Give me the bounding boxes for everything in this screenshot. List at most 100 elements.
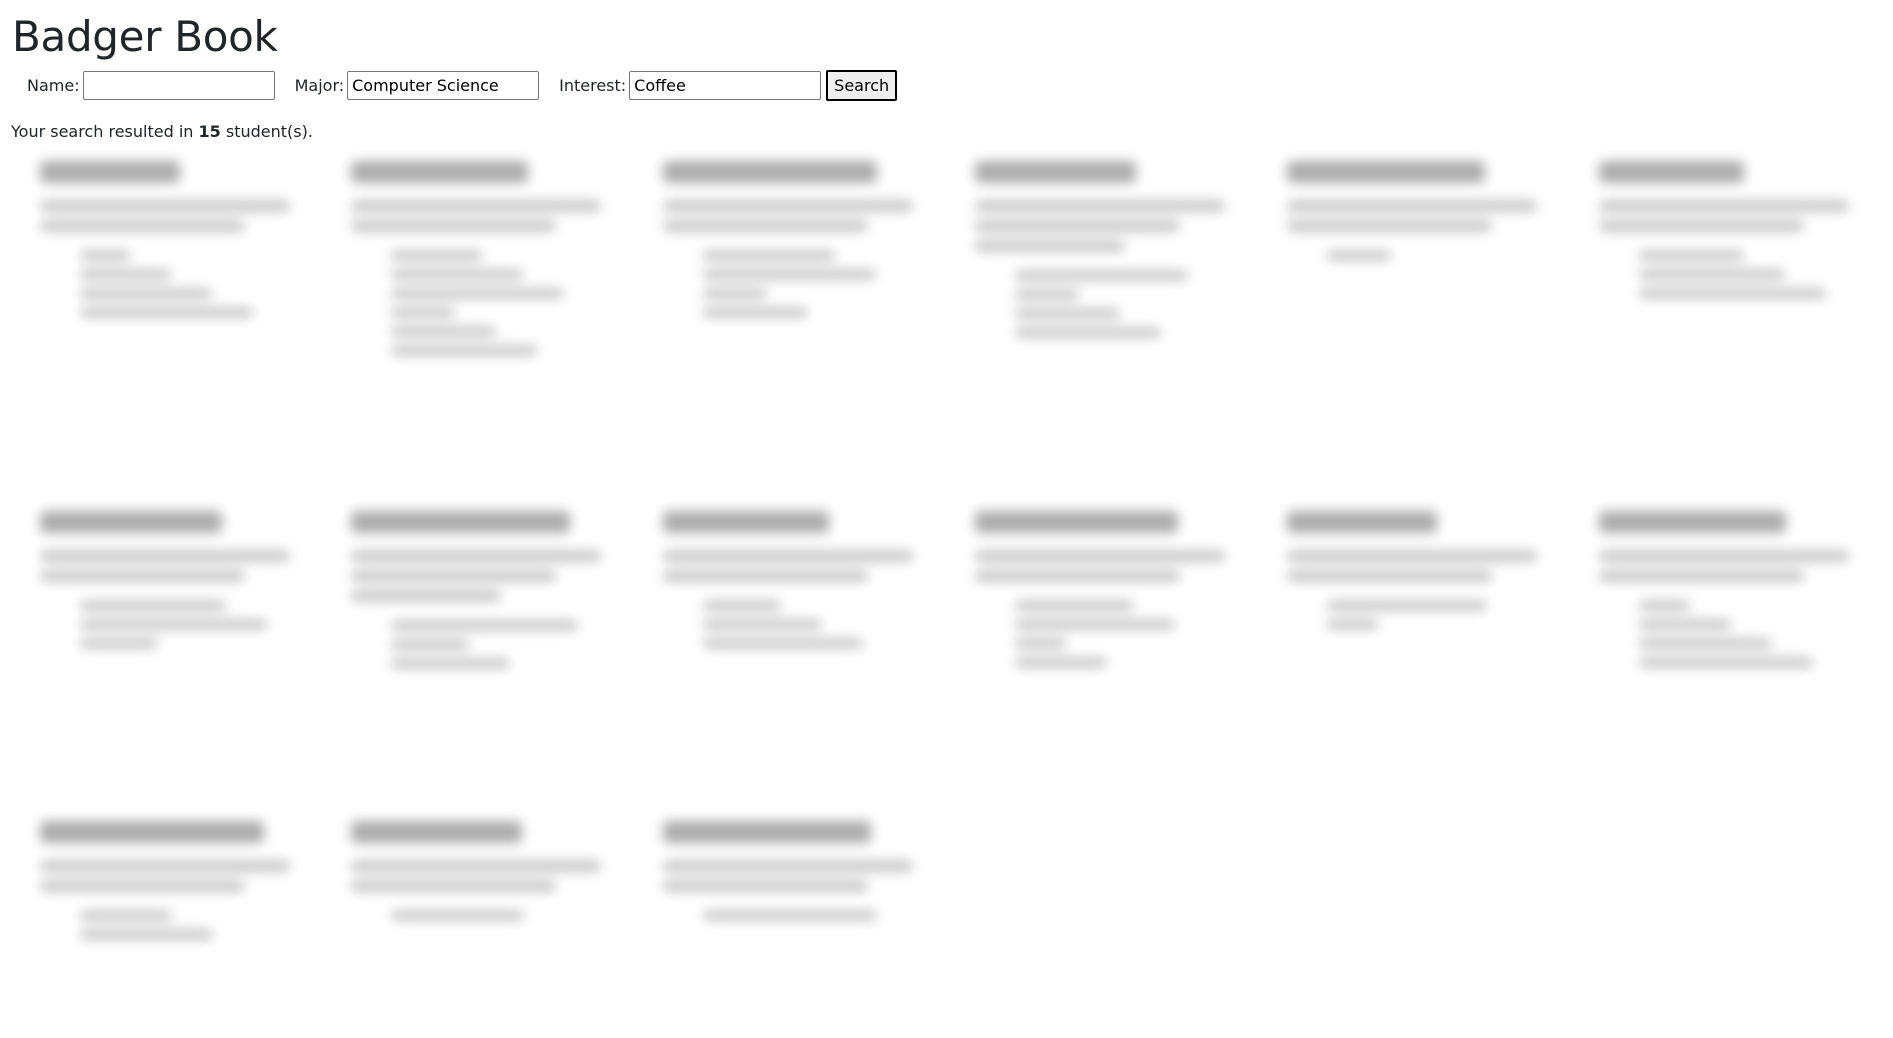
search-button[interactable]: Search [826, 69, 898, 101]
interest-item [1015, 328, 1240, 337]
interest-list [391, 251, 616, 355]
student-name-placeholder [40, 161, 180, 183]
blurred-text-line [1327, 601, 1487, 610]
interest-list [1015, 601, 1240, 667]
interest-item [80, 639, 305, 648]
blurred-text-line [1639, 620, 1731, 629]
page-title: Badger Book [12, 12, 278, 61]
blurred-text-line [1639, 601, 1690, 610]
interest-item [703, 601, 928, 610]
interest-item [80, 930, 305, 939]
interest-list [80, 601, 305, 648]
blurred-text-line [703, 639, 863, 648]
blurred-text-line [663, 881, 868, 891]
student-bio-placeholder [351, 201, 616, 231]
blurred-text-line [40, 881, 245, 891]
student-card [643, 505, 928, 658]
blurred-text-line [80, 620, 267, 629]
interest-item [80, 308, 305, 317]
blurred-text-line [663, 201, 913, 211]
blurred-text-line [1287, 551, 1537, 561]
interest-item [1639, 251, 1864, 260]
blurred-text-line [40, 571, 245, 581]
student-name-placeholder [1287, 511, 1437, 533]
interest-list [703, 251, 928, 317]
blurred-text-line [663, 551, 913, 561]
student-card [20, 815, 305, 949]
interest-item [391, 621, 616, 630]
interest-item [80, 270, 305, 279]
blurred-text-line [1015, 328, 1161, 337]
blurred-text-line [391, 251, 482, 260]
interest-item [391, 308, 616, 317]
interest-input[interactable] [629, 70, 822, 100]
student-card [20, 155, 305, 327]
blurred-text-line [1639, 658, 1813, 667]
interest-item [391, 270, 616, 279]
student-card [331, 155, 616, 365]
student-card [331, 505, 616, 678]
name-label: Name: [27, 75, 80, 95]
blurred-text-line [40, 551, 290, 561]
blurred-text-line [391, 289, 564, 298]
page: Badger Book Name: Major: Interest: Searc… [0, 0, 1893, 1038]
blurred-text-line [1287, 221, 1492, 231]
student-card [643, 155, 928, 327]
student-name-placeholder [663, 511, 829, 533]
interest-item [1015, 309, 1240, 318]
major-input[interactable] [347, 70, 540, 100]
interest-item [1327, 251, 1552, 260]
interest-item [703, 289, 928, 298]
interest-item [1015, 601, 1240, 610]
student-name-placeholder [663, 161, 877, 183]
blurred-text-line [1015, 658, 1107, 667]
summary-prefix: Your search resulted in [11, 122, 199, 141]
blurred-text-line [1015, 639, 1066, 648]
interest-item [1639, 658, 1864, 667]
blurred-text-line [351, 881, 556, 891]
blurred-text-line [975, 551, 1225, 561]
blurred-text-line [703, 270, 876, 279]
blurred-text-line [351, 591, 501, 601]
student-bio-placeholder [663, 201, 928, 231]
student-bio-placeholder [975, 551, 1240, 581]
blurred-text-line [391, 270, 523, 279]
blurred-text-line [703, 620, 822, 629]
student-bio-placeholder [1599, 201, 1864, 231]
student-name-placeholder [351, 161, 528, 183]
interest-list [1327, 251, 1552, 260]
student-card [955, 155, 1240, 347]
student-card [1267, 155, 1552, 270]
blurred-text-line [80, 270, 171, 279]
student-card [1579, 155, 1864, 308]
blurred-text-line [351, 571, 556, 581]
interest-item [1015, 639, 1240, 648]
student-card [955, 505, 1240, 677]
student-bio-placeholder [351, 551, 616, 601]
interest-list [703, 911, 928, 920]
student-bio-placeholder [1287, 201, 1552, 231]
student-bio-placeholder [40, 201, 305, 231]
blurred-text-line [1015, 271, 1188, 280]
blurred-text-line [391, 659, 510, 668]
blurred-text-line [1287, 571, 1492, 581]
blurred-text-line [1599, 201, 1849, 211]
interest-item [703, 639, 928, 648]
blurred-text-line [40, 861, 290, 871]
student-name-placeholder [1287, 161, 1485, 183]
blurred-text-line [1327, 620, 1378, 629]
interest-list [391, 911, 616, 920]
interest-label: Interest: [559, 75, 627, 95]
interest-item [1639, 601, 1864, 610]
student-bio-placeholder [1599, 551, 1864, 581]
student-bio-placeholder [351, 861, 616, 891]
student-name-placeholder [40, 821, 264, 843]
interest-item [80, 289, 305, 298]
name-input[interactable] [82, 70, 275, 100]
blurred-text-line [1639, 289, 1826, 298]
interest-item [80, 620, 305, 629]
interest-item [80, 251, 305, 260]
student-name-placeholder [1599, 511, 1786, 533]
interest-list [1639, 251, 1864, 298]
blurred-text-line [703, 308, 808, 317]
